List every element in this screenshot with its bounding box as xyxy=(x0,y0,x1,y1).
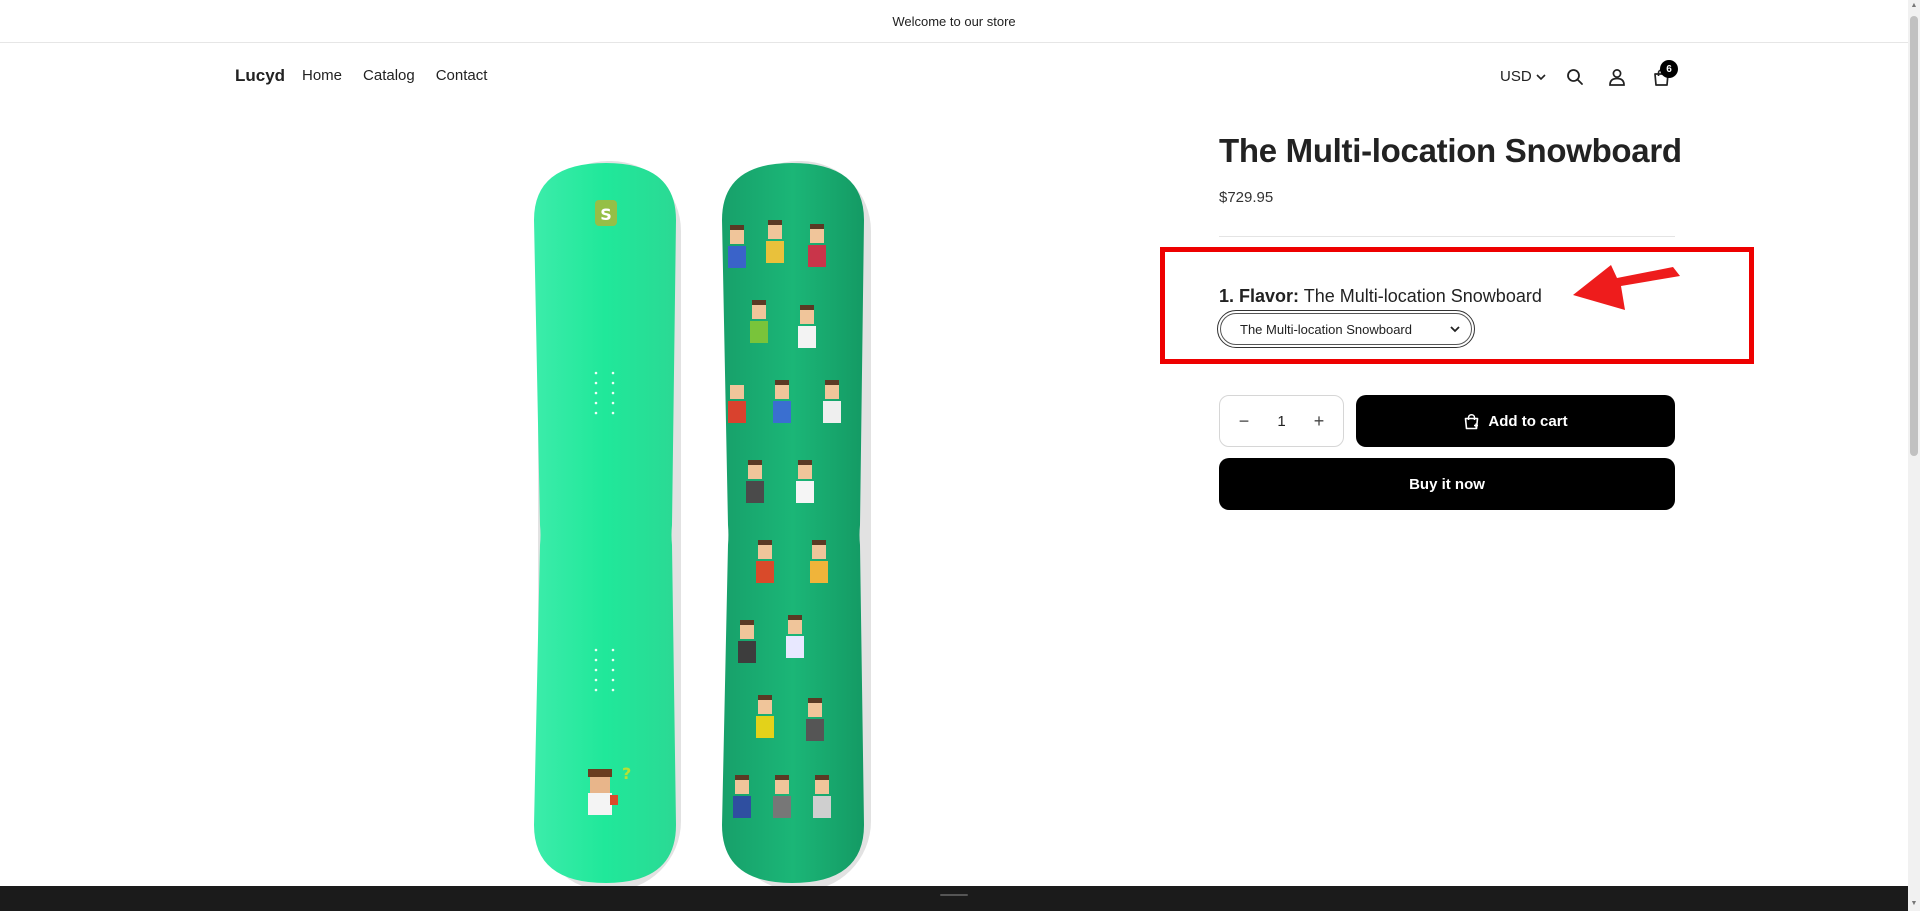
flavor-select-value: The Multi-location Snowboard xyxy=(1240,321,1412,337)
product-title: The Multi-location Snowboard xyxy=(1219,132,1682,169)
search-icon[interactable] xyxy=(1564,66,1586,88)
drawer-handle[interactable] xyxy=(940,894,968,896)
nav-contact[interactable]: Contact xyxy=(436,67,488,84)
option-label: 1. Flavor: The Multi-location Snowboard xyxy=(1219,286,1542,307)
scroll-down-arrow-icon[interactable]: ▼ xyxy=(1910,900,1918,908)
site-header: Lucyd Home Catalog Contact USD 6 xyxy=(0,43,1908,109)
product-price: $729.95 xyxy=(1219,189,1274,206)
store-logo[interactable]: Lucyd xyxy=(235,66,285,86)
svg-text:S: S xyxy=(600,205,612,224)
account-icon[interactable] xyxy=(1606,66,1628,88)
quantity-value[interactable]: 1 xyxy=(1277,413,1285,430)
nav-catalog[interactable]: Catalog xyxy=(363,67,415,84)
cart-count-badge: 6 xyxy=(1660,60,1678,78)
cart-add-icon xyxy=(1465,413,1479,429)
add-to-cart-label: Add to cart xyxy=(1488,412,1568,430)
announcement-bar: Welcome to our store xyxy=(0,0,1908,43)
annotation-arrow-icon xyxy=(1573,265,1680,310)
chevron-down-icon xyxy=(1450,326,1460,333)
divider xyxy=(1219,236,1675,237)
page-scrollbar[interactable]: ▲ ▼ xyxy=(1908,0,1920,911)
buy-now-label: Buy it now xyxy=(1409,475,1485,493)
scrollbar-thumb[interactable] xyxy=(1910,16,1918,456)
flavor-select-inner[interactable]: The Multi-location Snowboard xyxy=(1220,313,1472,345)
currency-label: USD xyxy=(1500,68,1532,85)
flavor-select[interactable]: The Multi-location Snowboard xyxy=(1217,310,1475,348)
currency-selector[interactable]: USD xyxy=(1500,68,1547,85)
add-to-cart-button[interactable]: Add to cart xyxy=(1356,395,1675,447)
scroll-up-arrow-icon[interactable]: ▲ xyxy=(1910,2,1918,10)
nav-home[interactable]: Home xyxy=(302,67,342,84)
buy-now-button[interactable]: Buy it now xyxy=(1219,458,1675,510)
chevron-down-icon xyxy=(1536,73,1546,80)
quantity-decrease-button[interactable]: − xyxy=(1234,411,1254,432)
option-name: 1. Flavor: xyxy=(1219,286,1300,306)
svg-text:?: ? xyxy=(622,764,631,783)
quantity-stepper[interactable]: − 1 + xyxy=(1219,395,1344,447)
product-image[interactable]: S ? xyxy=(520,155,880,890)
option-selected-value: The Multi-location Snowboard xyxy=(1303,286,1542,306)
announcement-text: Welcome to our store xyxy=(892,13,1016,29)
bottom-drawer-bar[interactable] xyxy=(0,886,1908,911)
snowboard-image: S ? xyxy=(534,161,871,890)
quantity-increase-button[interactable]: + xyxy=(1309,411,1329,432)
main-nav: Home Catalog Contact xyxy=(302,67,487,84)
